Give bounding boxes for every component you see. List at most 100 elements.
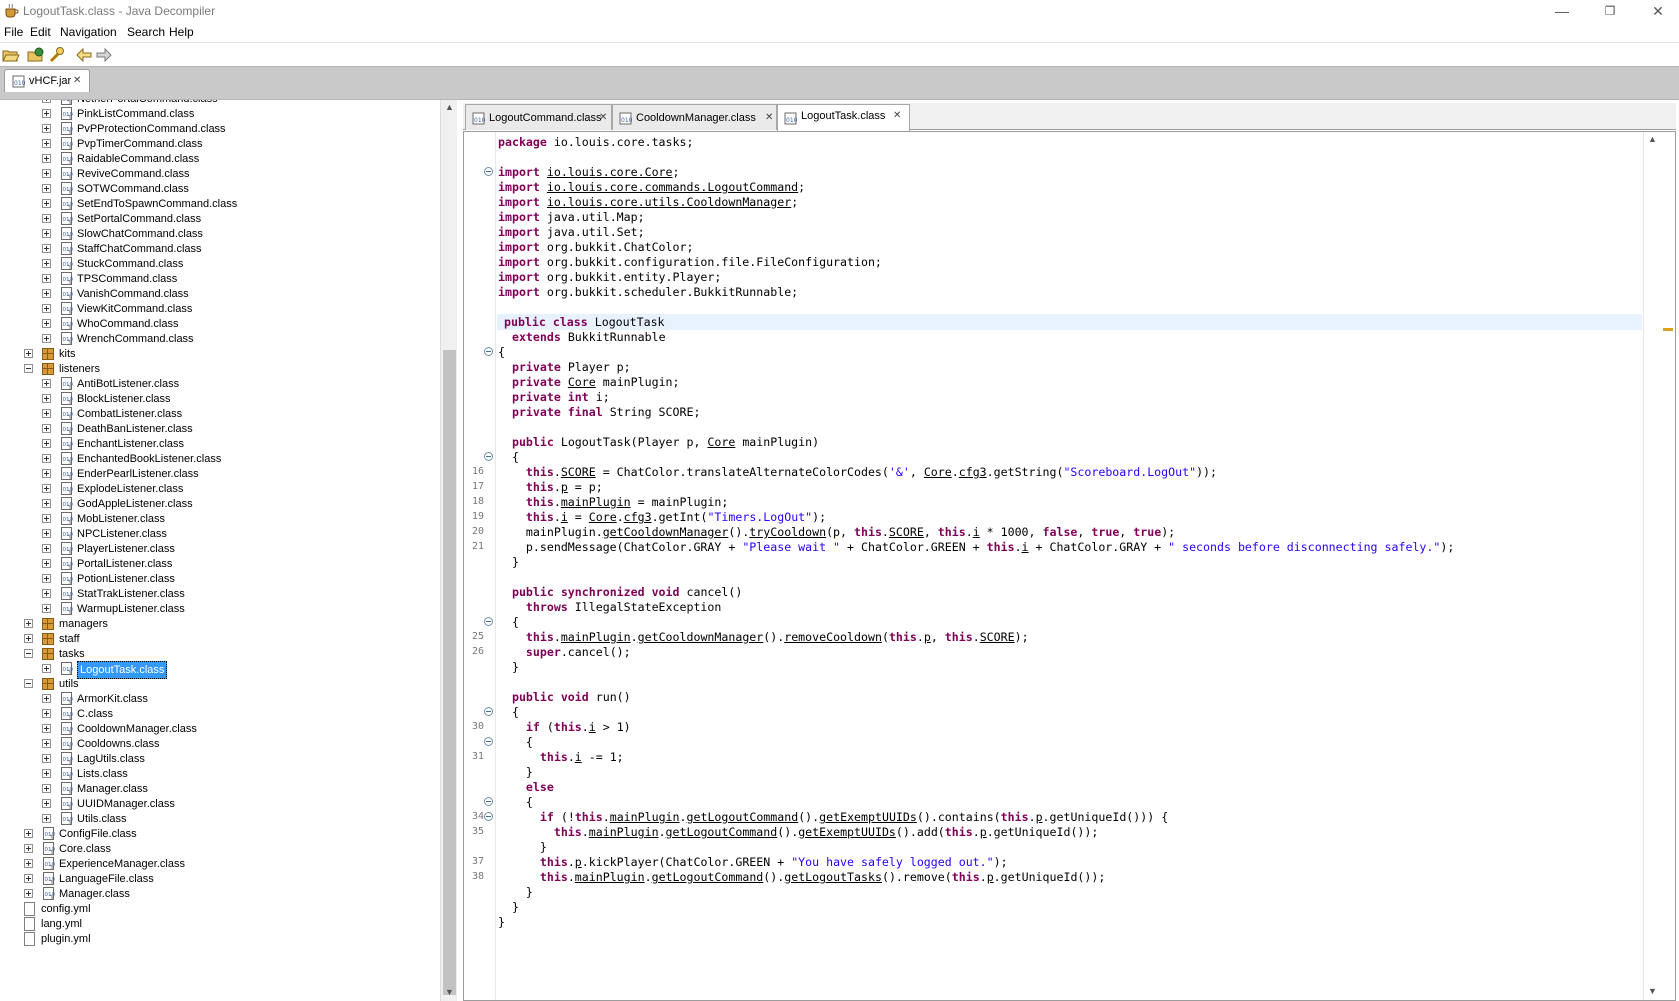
- tree-node[interactable]: 010 NPCListener.class: [0, 526, 440, 542]
- tree-node[interactable]: plugin.yml: [0, 931, 440, 947]
- tree-node[interactable]: 010 Manager.class: [0, 886, 440, 902]
- tree-node[interactable]: 010 BlockListener.class: [0, 391, 440, 407]
- tree-node[interactable]: 010 LanguageFile.class: [0, 871, 440, 887]
- expand-icon[interactable]: [42, 304, 51, 313]
- code-line[interactable]: {: [498, 734, 533, 750]
- code-line[interactable]: {: [498, 704, 519, 720]
- code-line[interactable]: private Core mainPlugin;: [498, 374, 680, 390]
- fold-toggle-icon[interactable]: [484, 452, 493, 461]
- tree-node[interactable]: 010 TPSCommand.class: [0, 271, 440, 287]
- expand-icon[interactable]: [42, 604, 51, 613]
- expand-icon[interactable]: [42, 694, 51, 703]
- tree-node[interactable]: listeners: [0, 361, 440, 377]
- expand-icon[interactable]: [42, 100, 51, 103]
- code-line[interactable]: import io.louis.core.utils.CooldownManag…: [498, 194, 798, 210]
- tree-node[interactable]: 010 ConfigFile.class: [0, 826, 440, 842]
- tree-node[interactable]: 010 SetPortalCommand.class: [0, 211, 440, 227]
- tree-node[interactable]: 010 LagUtils.class: [0, 751, 440, 767]
- code-line[interactable]: public synchronized void cancel(): [498, 584, 742, 600]
- tree-node[interactable]: 010 WrenchCommand.class: [0, 331, 440, 347]
- forward-arrow-icon[interactable]: [95, 46, 113, 64]
- code-scrollbar[interactable]: ▲ ▼: [1643, 132, 1660, 1000]
- expand-icon[interactable]: [42, 424, 51, 433]
- expand-icon[interactable]: [42, 769, 51, 778]
- menu-file[interactable]: File: [4, 25, 23, 39]
- tree-node[interactable]: 010 EnchantedBookListener.class: [0, 451, 440, 467]
- expand-icon[interactable]: [42, 169, 51, 178]
- tree-node[interactable]: 010 C.class: [0, 706, 440, 722]
- menu-help[interactable]: Help: [169, 25, 194, 39]
- tree-node[interactable]: 010 SlowChatCommand.class: [0, 226, 440, 242]
- code-line[interactable]: this.i -= 1;: [498, 749, 624, 765]
- tree-node[interactable]: 010 CooldownManager.class: [0, 721, 440, 737]
- expand-icon[interactable]: [42, 724, 51, 733]
- tree-node[interactable]: 010 Core.class: [0, 841, 440, 857]
- expand-icon[interactable]: [42, 394, 51, 403]
- code-line[interactable]: }: [498, 839, 547, 855]
- expand-icon[interactable]: [42, 454, 51, 463]
- expand-icon[interactable]: [42, 664, 51, 673]
- fold-toggle-icon[interactable]: [484, 812, 493, 821]
- code-line[interactable]: this.mainPlugin.getLogoutCommand().getLo…: [498, 869, 1105, 885]
- code-line[interactable]: public LogoutTask(Player p, Core mainPlu…: [498, 434, 819, 450]
- fold-toggle-icon[interactable]: [484, 737, 493, 746]
- code-line[interactable]: import org.bukkit.ChatColor;: [498, 239, 693, 255]
- expand-icon[interactable]: [24, 859, 33, 868]
- code-line[interactable]: }: [498, 554, 519, 570]
- expand-icon[interactable]: [42, 124, 51, 133]
- code-line[interactable]: package io.louis.core.tasks;: [498, 134, 693, 150]
- code-line[interactable]: super.cancel();: [498, 644, 631, 660]
- code-line[interactable]: p.sendMessage(ChatColor.GRAY + "Please w…: [498, 539, 1454, 555]
- expand-icon[interactable]: [42, 334, 51, 343]
- expand-icon[interactable]: [42, 139, 51, 148]
- code-line[interactable]: this.p.kickPlayer(ChatColor.GREEN + "You…: [498, 854, 1008, 870]
- expand-icon[interactable]: [42, 814, 51, 823]
- code-line[interactable]: this.SCORE = ChatColor.translateAlternat…: [498, 464, 1217, 480]
- back-arrow-icon[interactable]: [75, 46, 93, 64]
- tree-node[interactable]: 010 PvpTimerCommand.class: [0, 136, 440, 152]
- collapse-icon[interactable]: [24, 679, 33, 688]
- code-line[interactable]: this.p = p;: [498, 479, 603, 495]
- jar-tab[interactable]: 010 vHCF.jar ✕: [4, 69, 90, 92]
- close-button[interactable]: ✕: [1648, 2, 1668, 20]
- tab-logout-command[interactable]: 010 LogoutCommand.class ✕: [465, 104, 612, 130]
- tree-node[interactable]: 010 SOTWCommand.class: [0, 181, 440, 197]
- code-line[interactable]: import io.louis.core.commands.LogoutComm…: [498, 179, 805, 195]
- expand-icon[interactable]: [24, 634, 33, 643]
- tab-close-icon[interactable]: ✕: [893, 110, 901, 121]
- fold-toggle-icon[interactable]: [484, 617, 493, 626]
- tree-node[interactable]: 010 PortalListener.class: [0, 556, 440, 572]
- tree-node[interactable]: 010 DeathBanListener.class: [0, 421, 440, 437]
- code-line[interactable]: public class LogoutTask: [497, 314, 1642, 330]
- tree-scrollbar[interactable]: ▲ ▼: [440, 100, 457, 1001]
- tree-node[interactable]: 010 LogoutTask.class: [0, 661, 440, 679]
- tree-node[interactable]: 010 StatTrakListener.class: [0, 586, 440, 602]
- tree-node[interactable]: 010 ArmorKit.class: [0, 691, 440, 707]
- restore-button[interactable]: ❐: [1600, 2, 1620, 20]
- tree-node[interactable]: 010 AntiBotListener.class: [0, 376, 440, 392]
- tree-node[interactable]: 010 EnderPearlListener.class: [0, 466, 440, 482]
- expand-icon[interactable]: [24, 844, 33, 853]
- code-line[interactable]: private Player p;: [498, 359, 631, 375]
- tree-node[interactable]: 010 VanishCommand.class: [0, 286, 440, 302]
- tree-node[interactable]: 010 Cooldowns.class: [0, 736, 440, 752]
- code-line[interactable]: {: [498, 449, 519, 465]
- collapse-icon[interactable]: [24, 649, 33, 658]
- fold-toggle-icon[interactable]: [484, 167, 493, 176]
- tree-node[interactable]: 010 PvPProtectionCommand.class: [0, 121, 440, 137]
- expand-icon[interactable]: [42, 514, 51, 523]
- code-line[interactable]: {: [498, 344, 505, 360]
- tree-node[interactable]: 010 ViewKitCommand.class: [0, 301, 440, 317]
- jar-tab-close-icon[interactable]: ✕: [73, 75, 81, 86]
- tree-node[interactable]: staff: [0, 631, 440, 647]
- code-line[interactable]: this.mainPlugin.getCooldownManager().rem…: [498, 629, 1029, 645]
- tree-node[interactable]: utils: [0, 676, 440, 692]
- expand-icon[interactable]: [42, 214, 51, 223]
- tree-node[interactable]: 010 MobListener.class: [0, 511, 440, 527]
- code-line[interactable]: this.mainPlugin.getLogoutCommand().getEx…: [498, 824, 1099, 840]
- code-line[interactable]: import org.bukkit.configuration.file.Fil…: [498, 254, 882, 270]
- expand-icon[interactable]: [24, 889, 33, 898]
- expand-icon[interactable]: [42, 229, 51, 238]
- expand-icon[interactable]: [42, 799, 51, 808]
- expand-icon[interactable]: [42, 379, 51, 388]
